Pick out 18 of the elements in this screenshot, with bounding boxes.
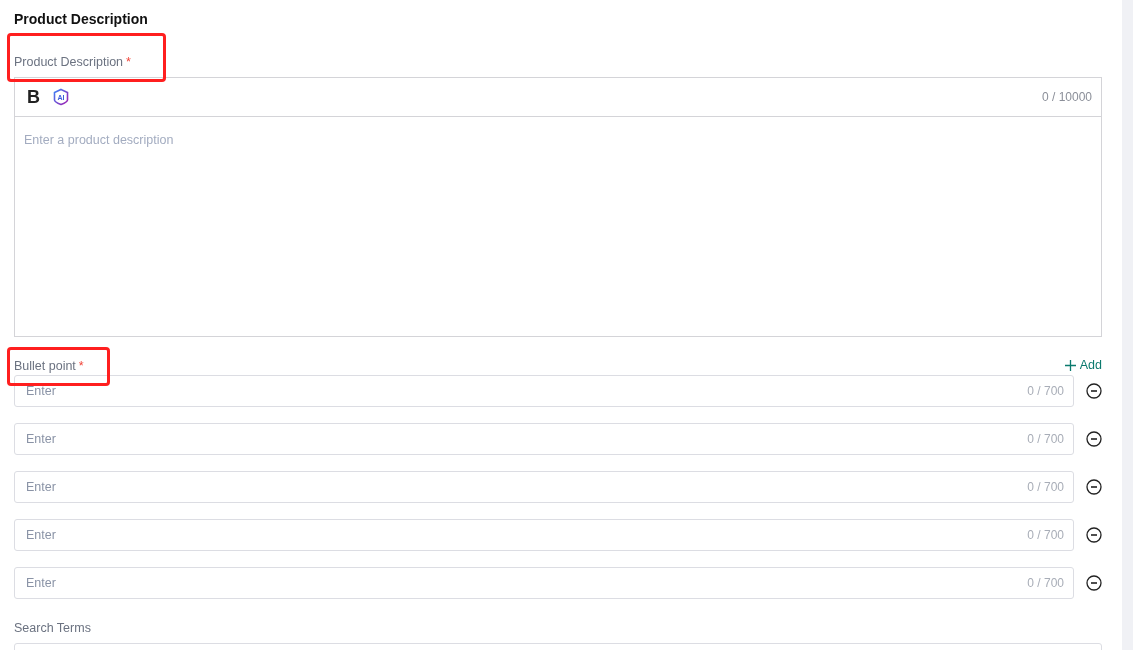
char-counter: 0 / 700 [1027,576,1064,590]
remove-icon[interactable] [1086,527,1102,543]
char-counter: 0 / 700 [1027,480,1064,494]
plus-icon [1064,359,1076,371]
bold-button[interactable]: B [27,86,40,108]
field-label: Bullet point * [14,359,84,373]
add-button[interactable]: Add [1064,358,1102,372]
remove-icon[interactable] [1086,575,1102,591]
char-counter: 0 / 10000 [1041,90,1092,104]
field-label: Product Description * [14,55,131,69]
char-counter: 0 / 700 [1027,432,1064,446]
section-title: Product Description [14,10,149,28]
char-counter: 0 / 700 [1027,528,1064,542]
field-label: Search Terms [14,621,91,635]
char-counter: 0 / 700 [1027,384,1064,398]
remove-icon[interactable] [1086,383,1102,399]
remove-icon[interactable] [1086,479,1102,495]
remove-icon[interactable] [1086,431,1102,447]
